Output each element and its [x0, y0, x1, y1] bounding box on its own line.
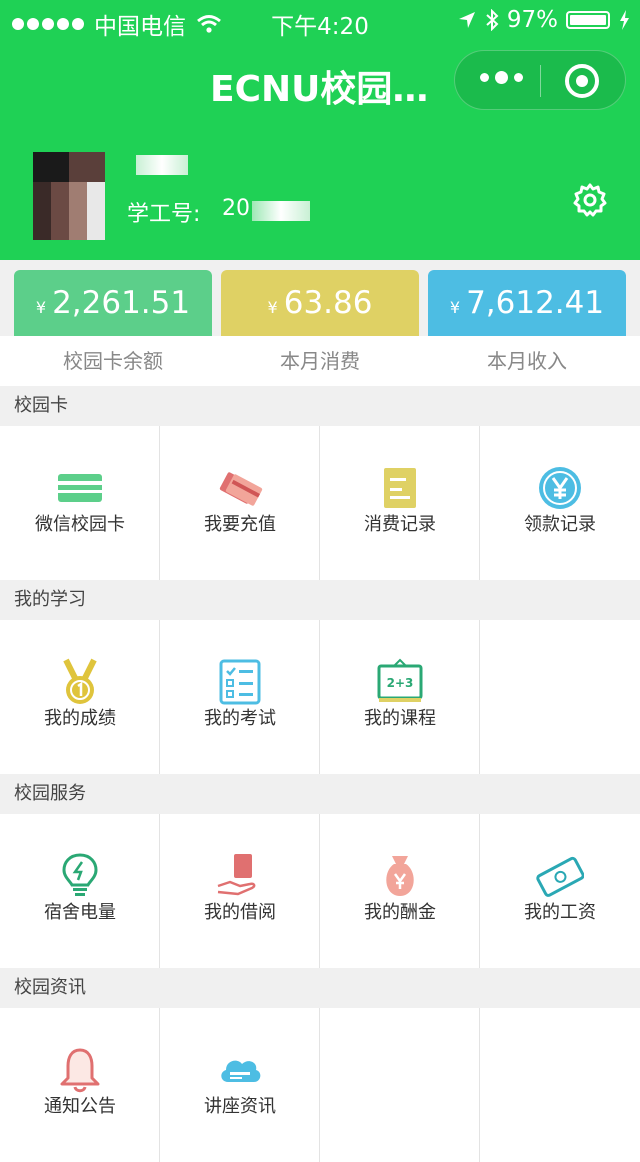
- wechat-campus-card-item[interactable]: 微信校园卡: [0, 426, 160, 580]
- status-bar: 中国电信 下午4:20 97%: [0, 0, 640, 40]
- item-label: 领款记录: [524, 514, 596, 535]
- blackboard-icon: 2+3: [377, 658, 423, 702]
- card-icon: [58, 474, 102, 502]
- section-campus-card: 校园卡: [0, 386, 640, 426]
- user-name-blurred: [136, 155, 188, 175]
- item-label: 我的工资: [524, 902, 596, 923]
- campus-card-grid: 微信校园卡 我要充值 消费记录 领款记录: [0, 426, 640, 580]
- balance-panel: ¥2,261.51 ¥63.86 ¥7,612.41 校园卡余额 本月消费 本月…: [0, 260, 640, 386]
- staff-id-blurred: [252, 201, 310, 221]
- section-my-study: 我的学习: [0, 580, 640, 620]
- empty-cell: [480, 620, 640, 774]
- item-label: 我的成绩: [44, 708, 116, 729]
- item-label: 讲座资讯: [204, 1096, 276, 1117]
- hand-book-icon: [217, 854, 256, 896]
- lightbulb-icon: [62, 853, 98, 896]
- spending-record-item[interactable]: 消费记录: [320, 426, 480, 580]
- record-book-icon: [384, 468, 416, 508]
- monthly-spend-label: 本月消费: [280, 349, 360, 373]
- item-label: 我的酬金: [364, 902, 436, 923]
- currency-symbol: ¥: [449, 298, 461, 317]
- capsule-divider: [540, 65, 541, 97]
- my-grades-item[interactable]: 我的成绩: [0, 620, 160, 774]
- dorm-electricity-item[interactable]: 宿舍电量: [0, 814, 160, 968]
- item-label: 通知公告: [44, 1096, 116, 1117]
- recharge-card-icon: [219, 472, 263, 506]
- empty-cell: [320, 1008, 480, 1162]
- my-borrowing-item[interactable]: 我的借阅: [160, 814, 320, 968]
- battery-icon: [566, 11, 610, 29]
- my-salary-item[interactable]: 我的工资: [480, 814, 640, 968]
- item-label: 宿舍电量: [44, 902, 116, 923]
- medal-icon: [63, 658, 97, 704]
- bell-icon: [60, 1048, 100, 1093]
- mini-program-capsule: [454, 50, 626, 110]
- banknote-icon: [536, 856, 584, 897]
- more-icon[interactable]: [480, 71, 523, 84]
- recharge-item[interactable]: 我要充值: [160, 426, 320, 580]
- monthly-income-value: 7,612.41: [466, 285, 605, 321]
- card-balance-label: 校园卡余额: [63, 349, 163, 373]
- currency-symbol: ¥: [35, 298, 47, 317]
- my-remuneration-item[interactable]: 我的酬金: [320, 814, 480, 968]
- cloud-chat-icon: [221, 1060, 261, 1082]
- app-header: 中国电信 下午4:20 97% ECNU校园… 学工号: 20: [0, 0, 640, 260]
- my-courses-item[interactable]: 2+3 我的课程: [320, 620, 480, 774]
- empty-cell: [480, 1008, 640, 1162]
- item-label: 消费记录: [364, 514, 436, 535]
- item-label: 我的借阅: [204, 902, 276, 923]
- item-label: 我的课程: [364, 708, 436, 729]
- campus-services-grid: 宿舍电量 我的借阅 我的酬金 我的工资: [0, 814, 640, 968]
- payout-record-item[interactable]: 领款记录: [480, 426, 640, 580]
- section-campus-news: 校园资讯: [0, 968, 640, 1008]
- monthly-spend-value: 63.86: [283, 285, 373, 321]
- money-bag-icon: [386, 856, 414, 896]
- item-label: 我的考试: [204, 708, 276, 729]
- item-label: 我要充值: [204, 514, 276, 535]
- item-label: 微信校园卡: [35, 514, 125, 535]
- monthly-income-label: 本月收入: [487, 349, 567, 373]
- monthly-income-card[interactable]: ¥7,612.41: [428, 270, 626, 336]
- bluetooth-icon: [486, 9, 499, 31]
- avatar[interactable]: [33, 152, 105, 240]
- battery-percent: 97%: [506, 7, 558, 33]
- section-campus-services: 校园服务: [0, 774, 640, 814]
- page-title: ECNU校园…: [210, 69, 429, 110]
- location-arrow-icon: [458, 12, 475, 28]
- staff-id-label: 学工号:: [127, 202, 201, 227]
- balance-value: 2,261.51: [52, 285, 191, 321]
- balance-cards: ¥2,261.51 ¥63.86 ¥7,612.41: [0, 260, 640, 336]
- campus-news-grid: 通知公告 讲座资讯: [0, 1008, 640, 1162]
- my-exams-item[interactable]: 我的考试: [160, 620, 320, 774]
- monthly-spend-card[interactable]: ¥63.86: [221, 270, 419, 336]
- notices-item[interactable]: 通知公告: [0, 1008, 160, 1162]
- svg-text:2+3: 2+3: [387, 676, 414, 690]
- yen-coin-icon: [539, 467, 581, 509]
- staff-id-value: 20: [222, 196, 250, 221]
- checklist-icon: [219, 659, 261, 705]
- lecture-news-item[interactable]: 讲座资讯: [160, 1008, 320, 1162]
- currency-symbol: ¥: [267, 298, 278, 317]
- my-study-grid: 我的成绩 我的考试 2+3 我的课程: [0, 620, 640, 774]
- charging-bolt-icon: [620, 10, 629, 30]
- card-balance[interactable]: ¥2,261.51: [14, 270, 212, 336]
- gear-icon[interactable]: [572, 182, 608, 218]
- close-program-icon[interactable]: [565, 64, 599, 98]
